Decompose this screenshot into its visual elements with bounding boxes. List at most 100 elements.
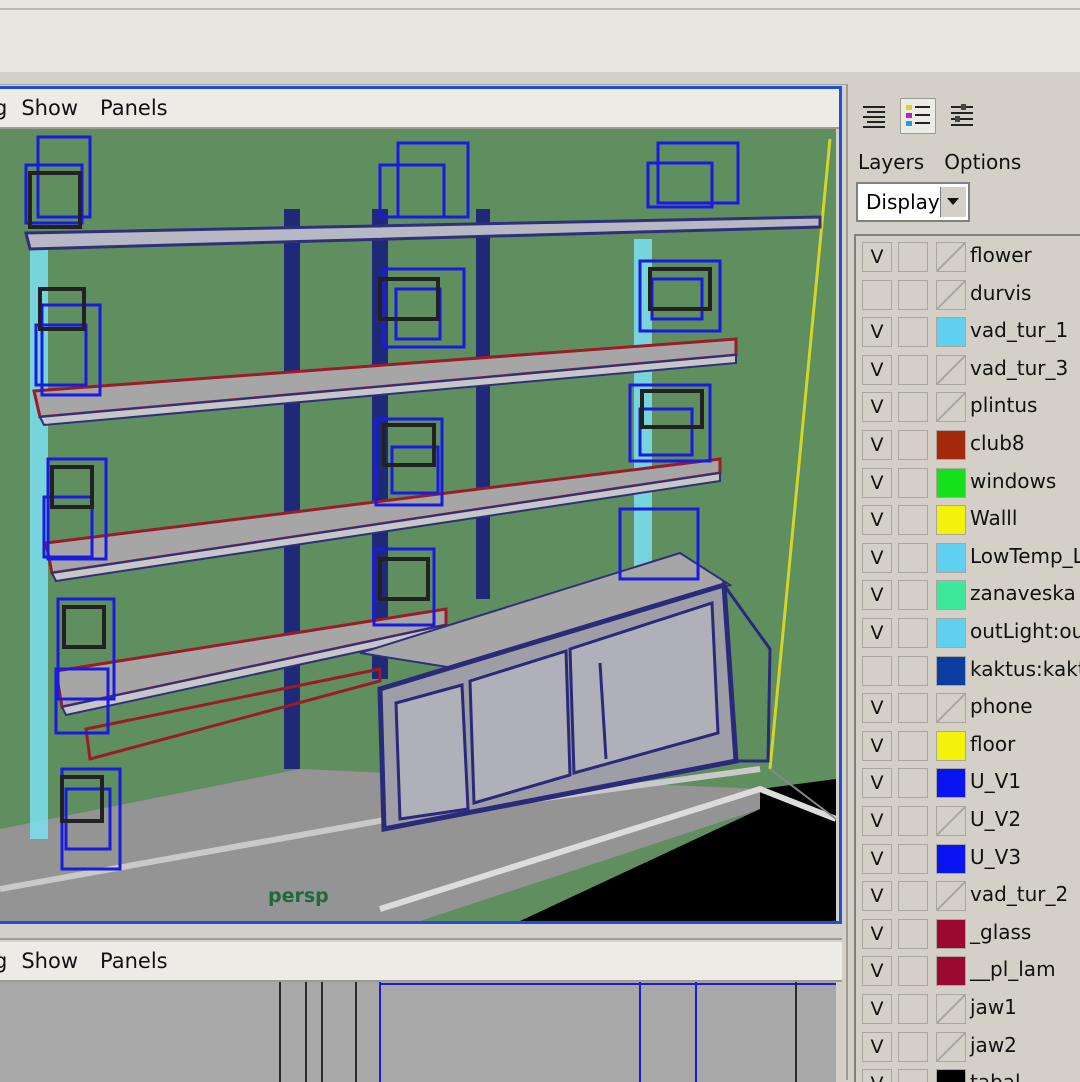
layer-row[interactable]: V LowTemp_L — [856, 541, 1080, 575]
layer-name[interactable]: kaktus:kaktu — [970, 657, 1080, 681]
menu-options[interactable]: Options — [944, 150, 1021, 174]
layer-name[interactable]: floor — [970, 732, 1015, 756]
secondary-viewport[interactable] — [0, 982, 836, 1082]
layer-row[interactable]: Vjaw1 — [856, 992, 1080, 1026]
layer-visibility-toggle[interactable]: V — [862, 242, 892, 272]
layer-name[interactable]: durvis — [970, 281, 1031, 305]
layer-template-toggle[interactable] — [898, 430, 928, 460]
layer-row[interactable]: V Walll — [856, 503, 1080, 537]
layer-visibility-toggle[interactable]: V — [862, 918, 892, 949]
layer-color-swatch[interactable] — [936, 918, 966, 949]
layer-name[interactable]: jaw1 — [970, 995, 1017, 1019]
layer-visibility-toggle[interactable]: V — [862, 693, 892, 724]
layer-visibility-toggle[interactable]: V — [862, 881, 892, 912]
layer-visibility-toggle[interactable] — [862, 655, 892, 686]
layer-template-toggle[interactable] — [898, 505, 928, 536]
layer-color-swatch[interactable] — [936, 1069, 966, 1082]
layer-template-toggle[interactable] — [898, 1031, 928, 1062]
layer-template-toggle[interactable] — [898, 655, 928, 686]
layer-visibility-toggle[interactable]: V — [862, 467, 892, 498]
layer-name[interactable]: LowTemp_L — [970, 544, 1080, 568]
layer-name[interactable]: plintus — [970, 393, 1037, 417]
layer-template-toggle[interactable] — [898, 542, 928, 573]
layer-row[interactable]: VoutLight:out_ — [856, 616, 1080, 650]
layer-visibility-toggle[interactable]: V — [862, 1069, 892, 1082]
layer-template-toggle[interactable] — [898, 881, 928, 912]
layer-row[interactable]: Vjaw2 — [856, 1030, 1080, 1064]
layer-template-toggle[interactable] — [898, 768, 928, 799]
layer-template-toggle[interactable] — [898, 618, 928, 648]
layer-row[interactable]: Vvad_tur_3 — [856, 353, 1080, 387]
layer-row[interactable]: kaktus:kaktu — [856, 654, 1080, 688]
layer-row[interactable]: Vwindows — [856, 466, 1080, 500]
layer-row[interactable]: V U_V1 — [856, 766, 1080, 800]
layer-template-toggle[interactable] — [898, 580, 928, 611]
layer-row[interactable]: Vphone — [856, 691, 1080, 725]
layer-template-toggle[interactable] — [898, 918, 928, 949]
layer-color-swatch[interactable] — [936, 655, 966, 686]
layer-visibility-toggle[interactable]: V — [862, 994, 892, 1024]
layer-name[interactable]: vad_tur_1 — [970, 318, 1068, 342]
layer-color-swatch[interactable] — [936, 392, 966, 423]
layer-row[interactable]: durvis — [856, 278, 1080, 312]
layer-name[interactable]: zanaveska — [970, 581, 1076, 605]
layer-color-swatch[interactable] — [936, 806, 966, 836]
layer-color-swatch[interactable] — [936, 279, 966, 310]
layer-visibility-toggle[interactable]: V — [862, 956, 892, 987]
layer-name[interactable]: Walll — [970, 506, 1017, 530]
layer-visibility-toggle[interactable]: V — [862, 843, 892, 874]
layer-name[interactable]: U_V2 — [970, 807, 1021, 831]
layer-row[interactable]: V U_V3 — [856, 842, 1080, 876]
layer-color-swatch[interactable] — [936, 843, 966, 874]
layer-type-dropdown[interactable]: Display — [856, 182, 970, 222]
layer-template-toggle[interactable] — [898, 279, 928, 310]
layer-name[interactable]: outLight:out_ — [970, 619, 1080, 643]
layer-name[interactable]: vad_tur_2 — [970, 882, 1068, 906]
layer-color-swatch[interactable] — [936, 994, 966, 1024]
layer-name[interactable]: flower — [970, 243, 1032, 267]
layer-color-swatch[interactable] — [936, 580, 966, 611]
layer-visibility-toggle[interactable]: V — [862, 806, 892, 836]
layer-template-toggle[interactable] — [898, 994, 928, 1024]
menu-panels-bottom[interactable]: Panels — [100, 949, 168, 973]
layer-template-toggle[interactable] — [898, 467, 928, 498]
menu-lighting[interactable]: g — [0, 96, 7, 120]
menu-show[interactable]: Show — [21, 96, 78, 120]
layers-color-icon[interactable] — [900, 98, 936, 134]
layer-name[interactable]: club8 — [970, 431, 1025, 455]
layers-options-icon[interactable] — [944, 98, 980, 134]
layer-row[interactable]: Vclub8 — [856, 428, 1080, 462]
layer-color-swatch[interactable] — [936, 354, 966, 385]
menu-layers[interactable]: Layers — [858, 150, 924, 174]
layer-template-toggle[interactable] — [898, 317, 928, 348]
layer-name[interactable]: U_V3 — [970, 845, 1021, 869]
layer-color-swatch[interactable] — [936, 618, 966, 648]
layer-visibility-toggle[interactable]: V — [862, 768, 892, 799]
layer-color-swatch[interactable] — [936, 430, 966, 460]
layer-visibility-toggle[interactable]: V — [862, 730, 892, 761]
layer-template-toggle[interactable] — [898, 242, 928, 272]
perspective-viewport[interactable]: persp — [0, 129, 836, 921]
layer-row[interactable]: V _glass — [856, 917, 1080, 951]
menu-lighting-bottom[interactable]: g — [0, 949, 7, 973]
layer-color-swatch[interactable] — [936, 317, 966, 348]
layer-name[interactable]: U_V1 — [970, 769, 1021, 793]
layer-row[interactable]: V __pl_lam — [856, 954, 1080, 988]
layer-color-swatch[interactable] — [936, 467, 966, 498]
layer-color-swatch[interactable] — [936, 956, 966, 987]
layer-template-toggle[interactable] — [898, 693, 928, 724]
layer-template-toggle[interactable] — [898, 354, 928, 385]
layer-visibility-toggle[interactable]: V — [862, 392, 892, 423]
layer-color-swatch[interactable] — [936, 542, 966, 573]
layer-template-toggle[interactable] — [898, 956, 928, 987]
layer-template-toggle[interactable] — [898, 806, 928, 836]
layer-name[interactable]: __pl_lam — [970, 957, 1056, 981]
chevron-down-icon[interactable] — [939, 187, 966, 217]
layer-row[interactable]: Vplintus — [856, 390, 1080, 424]
layers-list-icon[interactable] — [856, 98, 892, 134]
layer-visibility-toggle[interactable]: V — [862, 542, 892, 573]
layer-name[interactable]: jaw2 — [970, 1033, 1017, 1057]
layer-name[interactable]: vad_tur_3 — [970, 356, 1068, 380]
layer-name[interactable]: windows — [970, 469, 1056, 493]
layer-row[interactable]: Vfloor — [856, 729, 1080, 763]
